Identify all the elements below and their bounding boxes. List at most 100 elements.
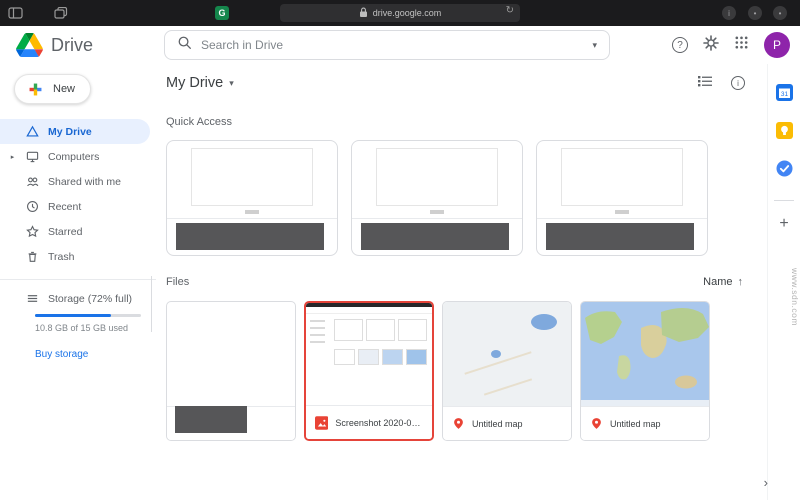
file-card-redacted[interactable]	[166, 301, 296, 441]
storage-icon	[27, 295, 38, 302]
add-addon-icon[interactable]: +	[779, 216, 788, 232]
card-separator	[537, 218, 707, 219]
shared-icon	[27, 177, 39, 187]
sort-label: Name	[703, 276, 733, 288]
preview-caption-mark	[245, 210, 259, 214]
storage-row[interactable]: Storage (72% full)	[8, 292, 156, 305]
redacted-filename	[361, 223, 509, 250]
details-info-icon[interactable]: i	[731, 76, 745, 90]
recent-clock-icon	[27, 201, 38, 212]
sidebar-item-starred[interactable]: Starred	[0, 219, 156, 244]
quick-access-card[interactable]	[351, 140, 523, 256]
sidebar-item-label: My Drive	[48, 125, 92, 138]
sidebar-item-trash[interactable]: Trash	[0, 244, 156, 269]
storage-progress-track	[35, 314, 141, 317]
card-separator	[167, 218, 337, 219]
sort-arrow-up-icon[interactable]: ↑	[738, 276, 744, 288]
new-button[interactable]: New	[14, 74, 92, 104]
main-content: My Drive ▾ i Quick Access Files Name ↑ S…	[156, 64, 767, 500]
apps-grid-icon[interactable]	[734, 35, 749, 55]
storage-section: Storage (72% full) 10.8 GB of 15 GB used…	[0, 292, 156, 360]
computers-icon	[26, 151, 39, 163]
files-label: Files	[166, 276, 190, 288]
lock-icon	[359, 7, 368, 20]
file-name: Untitled map	[472, 418, 523, 429]
file-preview	[581, 302, 709, 406]
browser-info-icon[interactable]: i	[722, 6, 736, 20]
watermark: www.sdn.com	[790, 268, 800, 326]
sidebar-item-computers[interactable]: ▸ Computers	[0, 144, 156, 169]
rail-divider	[774, 200, 794, 201]
doc-preview-placeholder	[376, 148, 498, 206]
svg-text:31: 31	[780, 91, 788, 98]
buy-storage-link[interactable]: Buy storage	[35, 349, 156, 360]
sidebar-item-label: Computers	[48, 150, 100, 163]
new-button-label: New	[53, 83, 76, 95]
redacted-filename	[546, 223, 694, 250]
avatar[interactable]: P	[764, 32, 790, 58]
storage-label: Storage (72% full)	[48, 292, 133, 305]
help-icon[interactable]: ?	[672, 37, 688, 53]
file-card-map-1[interactable]: Untitled map	[442, 301, 572, 441]
file-label: Untitled map	[581, 406, 709, 440]
browser-tabs-icon[interactable]	[54, 6, 68, 24]
calendar-icon[interactable]: 31	[775, 84, 793, 106]
extension-g-icon[interactable]: G	[215, 6, 229, 20]
preview-caption-mark	[615, 210, 629, 214]
sidebar-item-label: Recent	[48, 200, 82, 213]
storage-divider-line	[151, 276, 152, 332]
map-pin-icon	[592, 418, 601, 429]
sort-control[interactable]: Name ↑	[703, 276, 757, 288]
doc-preview-placeholder	[561, 148, 683, 206]
main-header: My Drive ▾ i	[166, 70, 757, 96]
sidebar-item-shared-with-me[interactable]: Shared with me	[0, 169, 156, 194]
sidebar-divider	[0, 279, 156, 280]
file-preview	[443, 302, 571, 406]
redacted-filename	[176, 223, 324, 250]
file-card-map-2[interactable]: Untitled map	[580, 301, 710, 441]
map-thumbnail	[443, 302, 571, 406]
view-controls: i	[697, 74, 757, 93]
settings-gear-icon[interactable]	[703, 34, 719, 56]
quick-access-card[interactable]	[536, 140, 708, 256]
refresh-icon[interactable]: ↻	[506, 5, 514, 16]
file-preview	[306, 303, 432, 405]
breadcrumb-my-drive[interactable]: My Drive ▾	[166, 75, 234, 91]
browser-sidebar-icon[interactable]	[8, 6, 23, 24]
list-view-icon[interactable]	[697, 74, 713, 93]
trash-icon	[28, 251, 37, 262]
files-row: Screenshot 2020-06-... Untitled map Unti…	[166, 301, 757, 441]
browser-action-icon-1[interactable]: •	[748, 6, 762, 20]
expand-icon[interactable]: ▸	[8, 153, 17, 161]
keep-icon[interactable]	[775, 122, 793, 144]
file-preview	[167, 302, 295, 406]
address-bar[interactable]: drive.google.com ↻	[280, 4, 520, 22]
my-drive-icon	[26, 125, 39, 137]
search-bar[interactable]: ▾	[164, 30, 610, 60]
quick-access-card[interactable]	[166, 140, 338, 256]
file-card-screenshot[interactable]: Screenshot 2020-06-...	[304, 301, 434, 441]
files-header: Files Name ↑	[166, 276, 757, 288]
app-header: Drive ▾ ? P	[0, 26, 800, 64]
screen: G drive.google.com ↻ i • • Drive Search …	[0, 0, 800, 500]
star-icon	[26, 225, 39, 238]
drive-logo-icon	[16, 33, 43, 57]
file-name: Screenshot 2020-06-...	[335, 417, 423, 428]
tasks-icon[interactable]	[776, 160, 793, 182]
browser-action-icon-2[interactable]: •	[773, 6, 787, 20]
breadcrumb-caret-icon[interactable]: ▾	[229, 78, 234, 89]
quick-access-label: Quick Access	[166, 116, 233, 128]
file-label: Screenshot 2020-06-...	[306, 405, 432, 439]
search-input[interactable]	[201, 38, 584, 52]
image-file-icon	[315, 415, 329, 430]
new-plus-icon	[29, 83, 42, 95]
sidebar-nav: My Drive ▸ Computers Shared with me Rece…	[0, 119, 156, 269]
sidebar-item-my-drive[interactable]: My Drive	[0, 119, 150, 144]
sidebar-item-recent[interactable]: Recent	[0, 194, 156, 219]
storage-used-text: 10.8 GB of 15 GB used	[35, 323, 129, 333]
search-icon	[177, 35, 192, 55]
search-options-caret-icon[interactable]: ▾	[592, 40, 597, 51]
expand-panel-chevron-icon[interactable]: ›	[764, 475, 768, 490]
drive-logo[interactable]: Drive	[0, 33, 93, 57]
world-map-thumbnail	[581, 302, 709, 406]
